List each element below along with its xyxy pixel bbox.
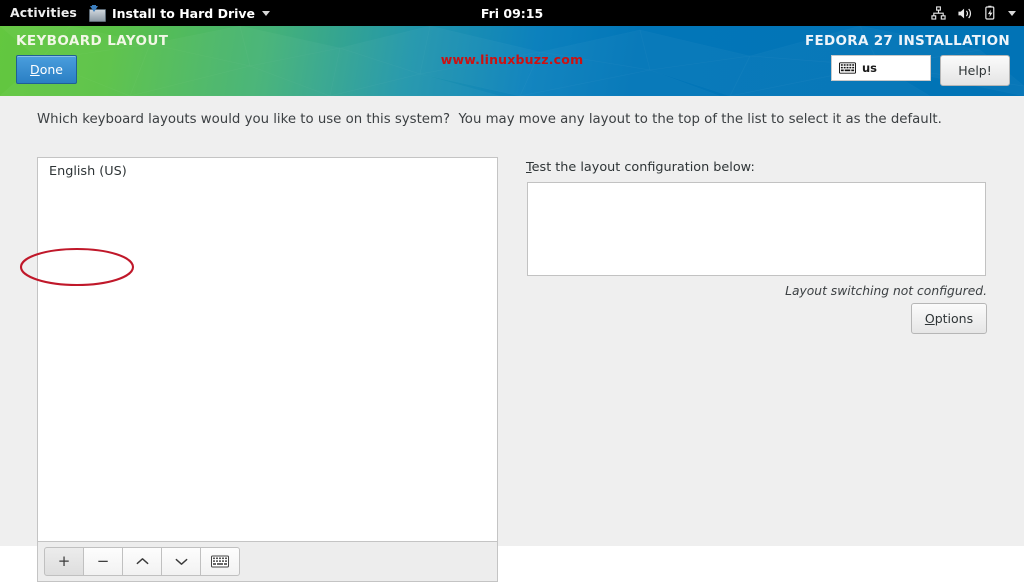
volume-icon: [958, 8, 971, 18]
app-menu-label: Install to Hard Drive: [111, 5, 256, 21]
add-layout-button[interactable]: +: [44, 547, 84, 576]
system-status-area[interactable]: [931, 0, 1016, 26]
keyboard-icon: [211, 555, 229, 568]
installation-label: FEDORA 27 INSTALLATION: [804, 33, 1010, 49]
move-layout-down-button[interactable]: [162, 547, 201, 576]
instruction-text: Which keyboard layouts would you like to…: [37, 112, 942, 127]
network-icon: [931, 5, 946, 20]
activities-label: Activities: [10, 5, 77, 20]
layout-list-panel: English (US) + −: [37, 157, 498, 582]
move-layout-up-button[interactable]: [123, 547, 162, 576]
list-item[interactable]: English (US): [38, 158, 497, 185]
system-menu-chevron-icon[interactable]: [1008, 10, 1016, 16]
help-button[interactable]: Help!: [940, 55, 1010, 86]
layout-list-toolbar: + −: [38, 542, 497, 581]
help-button-label: Help!: [958, 63, 992, 78]
main-content: Which keyboard layouts would you like to…: [0, 96, 1024, 582]
install-to-hard-drive-icon: [88, 4, 106, 22]
test-layout-label: Test the layout configuration below:: [526, 160, 755, 175]
page-title: KEYBOARD LAYOUT: [16, 33, 169, 49]
options-button-label: Options: [925, 311, 973, 326]
test-label-rest: est the layout configuration below:: [531, 160, 755, 175]
activities-button[interactable]: Activities: [0, 0, 89, 26]
chevron-up-icon: [136, 558, 148, 565]
app-menu-button[interactable]: Install to Hard Drive: [88, 0, 278, 26]
layout-list[interactable]: English (US): [38, 158, 497, 542]
keyboard-icon: [839, 62, 856, 74]
plus-icon: +: [57, 552, 71, 570]
test-layout-input[interactable]: [527, 182, 986, 276]
installer-header: KEYBOARD LAYOUT Done www.linuxbuzz.com F…: [0, 26, 1024, 96]
keyboard-layout-indicator[interactable]: us: [831, 55, 931, 81]
preview-layout-button[interactable]: [201, 547, 240, 576]
options-button[interactable]: Options: [911, 303, 987, 334]
remove-layout-button[interactable]: −: [84, 547, 123, 576]
options-rest: ptions: [934, 311, 974, 326]
gnome-top-bar: Activities Install to Hard Drive Fri 09:…: [0, 0, 1024, 26]
clock-label: Fri 09:15: [480, 5, 544, 21]
layout-switching-status: Layout switching not configured.: [785, 284, 987, 298]
battery-icon: [985, 5, 995, 20]
chevron-down-icon: [262, 10, 271, 16]
keyboard-layout-value: us: [862, 61, 878, 75]
minus-icon: −: [96, 552, 110, 570]
options-mnemonic: O: [924, 311, 935, 326]
chevron-down-icon: [175, 558, 187, 565]
